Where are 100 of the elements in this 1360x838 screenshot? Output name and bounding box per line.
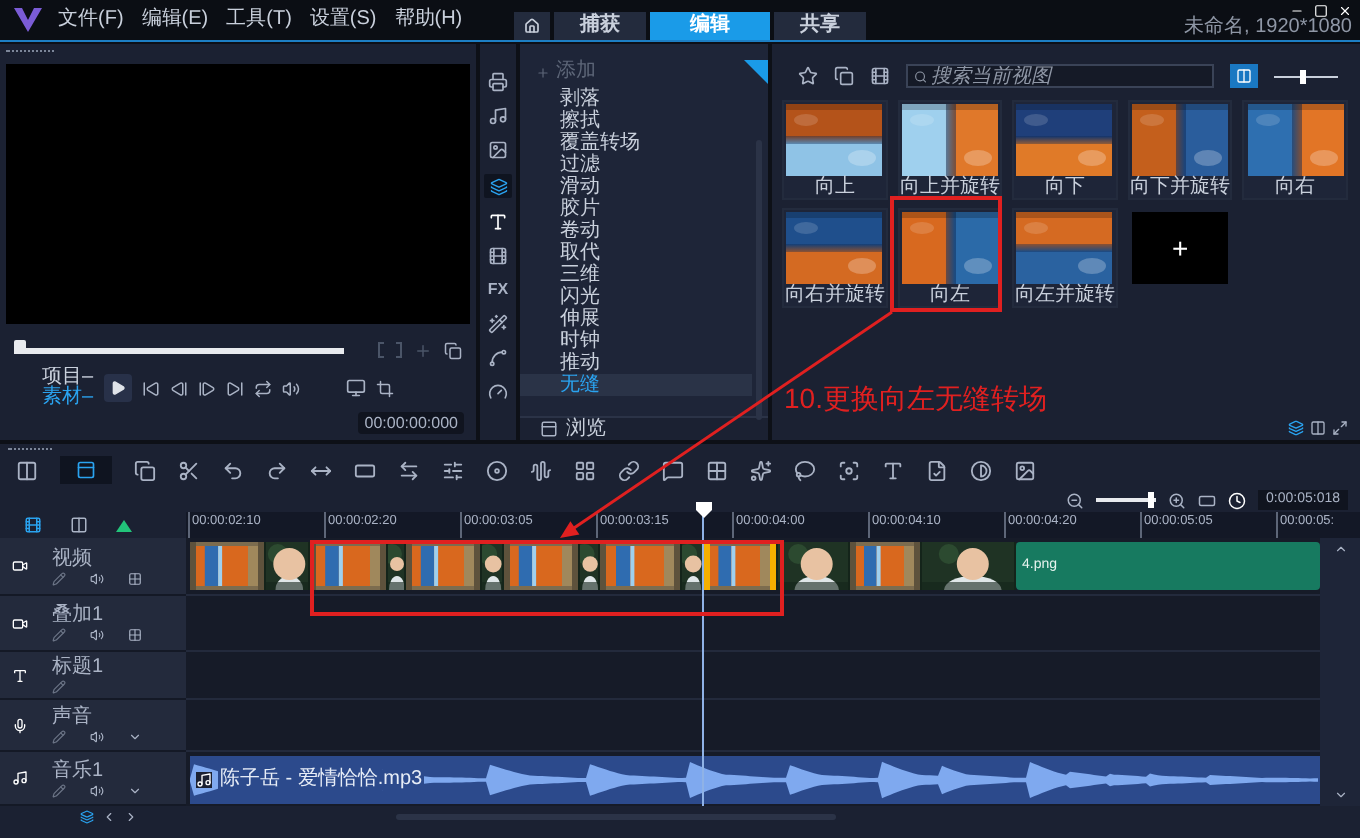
layers-icon[interactable] <box>1288 420 1304 436</box>
category-item[interactable]: 覆盖转场 <box>520 132 752 154</box>
music-icon[interactable] <box>12 770 28 786</box>
marker-icon[interactable] <box>116 519 132 531</box>
add-tile[interactable]: + <box>1132 212 1229 284</box>
monitor-icon[interactable] <box>345 378 366 398</box>
grid-icon[interactable] <box>128 571 142 585</box>
audio-clip[interactable]: 陈子岳 - 爱情恰恰.mp3 <box>190 755 1320 803</box>
columns-icon[interactable] <box>70 516 88 534</box>
film-icon[interactable] <box>488 246 508 266</box>
timeline-clip[interactable] <box>850 542 920 590</box>
home-tab[interactable] <box>514 12 551 40</box>
audio-wave-icon[interactable] <box>530 459 552 481</box>
step-back-icon[interactable] <box>169 379 188 397</box>
chevron-down-icon[interactable] <box>128 730 142 744</box>
scissors-icon[interactable] <box>178 459 200 481</box>
arrows-icon[interactable] <box>398 459 420 481</box>
clock-icon[interactable] <box>1228 491 1247 509</box>
message-icon[interactable] <box>662 459 684 481</box>
transition-tile[interactable]: 向上 <box>782 100 888 200</box>
pencil-icon[interactable] <box>52 680 66 694</box>
expand-icon[interactable] <box>1332 420 1348 436</box>
film-icon[interactable] <box>870 66 890 86</box>
volume-icon[interactable] <box>281 379 300 397</box>
volume-icon[interactable] <box>90 628 104 642</box>
browse-button[interactable]: 浏览 <box>566 419 606 439</box>
fit-icon[interactable] <box>1198 491 1217 509</box>
category-item[interactable]: 胶片 <box>520 198 752 220</box>
layers-icon[interactable] <box>80 809 94 823</box>
volume-icon[interactable] <box>90 571 104 585</box>
pin-corner-icon[interactable] <box>744 60 768 84</box>
scroll-down-icon[interactable] <box>1333 788 1347 802</box>
category-item[interactable]: 剥落 <box>520 88 752 110</box>
transition-tool[interactable] <box>484 174 512 198</box>
printer-icon[interactable] <box>488 72 508 92</box>
timecode-field[interactable]: 00:00:00:000 <box>358 412 464 434</box>
category-item[interactable]: 过滤 <box>520 154 752 176</box>
search-input[interactable]: 搜索当前视图 <box>931 65 1206 87</box>
tab[interactable]: 共享 <box>774 12 867 40</box>
mode-option[interactable]: 项目– <box>42 368 94 388</box>
redo-icon[interactable] <box>266 459 288 481</box>
play-button[interactable] <box>103 374 132 402</box>
playhead-handle[interactable] <box>696 502 712 518</box>
category-item[interactable]: 滑动 <box>520 176 752 198</box>
maximize-icon[interactable] <box>1314 4 1328 18</box>
lasso-icon[interactable] <box>794 459 816 481</box>
path-icon[interactable] <box>488 348 508 368</box>
tab[interactable]: 捕获 <box>554 12 647 40</box>
sliders-icon[interactable] <box>442 459 464 481</box>
text-icon[interactable] <box>488 212 508 232</box>
columns-icon[interactable] <box>1310 420 1326 436</box>
close-icon[interactable] <box>1338 4 1352 18</box>
scrub-handle[interactable] <box>14 339 26 353</box>
grid-icon[interactable] <box>128 628 142 642</box>
wand-icon[interactable] <box>488 314 508 334</box>
category-item[interactable]: 取代 <box>520 242 752 264</box>
pencil-icon[interactable] <box>52 730 66 744</box>
grid-icon[interactable] <box>574 459 596 481</box>
skip-back-icon[interactable] <box>141 379 160 397</box>
pencil-icon[interactable] <box>52 783 66 797</box>
text-icon[interactable] <box>882 459 904 481</box>
slider-thumb[interactable] <box>1300 69 1307 83</box>
focus-icon[interactable] <box>838 459 860 481</box>
copy-icon[interactable] <box>444 341 462 359</box>
star-icon[interactable] <box>798 66 818 86</box>
transition-tile[interactable]: 向左并旋转 <box>1012 208 1118 308</box>
text-icon[interactable] <box>12 667 28 683</box>
film-icon[interactable] <box>24 516 42 534</box>
menu-item[interactable]: 工具(T) <box>222 10 296 30</box>
skip-forward-icon[interactable] <box>225 379 244 397</box>
image-icon[interactable] <box>1014 459 1036 481</box>
disc-icon[interactable] <box>486 459 508 481</box>
category-item[interactable]: 无缝 <box>520 374 752 396</box>
zoom-out-icon[interactable] <box>1066 491 1085 509</box>
camera-icon[interactable] <box>12 558 28 574</box>
menu-item[interactable]: 帮助(H) <box>390 10 467 30</box>
copy-icon[interactable] <box>134 459 156 481</box>
camera-icon[interactable] <box>12 615 28 631</box>
pencil-icon[interactable] <box>52 571 66 585</box>
mode-option[interactable]: 素材– <box>42 388 94 408</box>
crop-icon[interactable] <box>375 379 394 397</box>
chevron-down-icon[interactable] <box>128 783 142 797</box>
zoom-in-icon[interactable] <box>1168 491 1187 509</box>
minimize-icon[interactable] <box>1290 4 1304 18</box>
browse-icon[interactable] <box>540 420 558 438</box>
image-icon[interactable] <box>488 140 508 160</box>
menu-item[interactable]: 文件(F) <box>54 10 128 30</box>
category-item[interactable]: 卷动 <box>520 220 752 242</box>
fx-tool[interactable]: FX <box>487 280 509 300</box>
transition-tile[interactable]: 向上并旋转 <box>897 100 1003 200</box>
transition-tile[interactable]: 向左 <box>897 208 1003 308</box>
transition-tile[interactable]: 向右并旋转 <box>782 208 888 308</box>
transition-tile[interactable]: 向右 <box>1242 100 1348 200</box>
storyboard-view-icon[interactable] <box>16 459 38 481</box>
pencil-icon[interactable] <box>52 628 66 642</box>
file-check-icon[interactable] <box>926 459 948 481</box>
category-item[interactable]: 时钟 <box>520 330 752 352</box>
split-screen-icon[interactable] <box>706 459 728 481</box>
microphone-icon[interactable] <box>12 717 28 733</box>
frame-icon[interactable] <box>354 459 376 481</box>
